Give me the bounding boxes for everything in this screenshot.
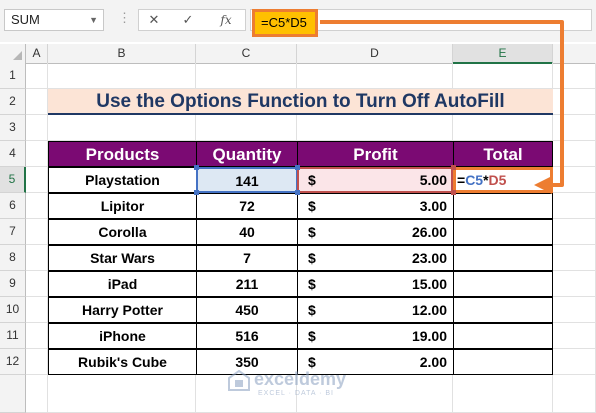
exceldemy-logo-icon bbox=[228, 370, 250, 391]
arrow-icon bbox=[320, 20, 564, 194]
watermark-name: exceldemy bbox=[254, 369, 347, 389]
watermark-tagline: EXCEL · DATA · BI bbox=[258, 390, 334, 397]
watermark-logo: exceldemy EXCEL · DATA · BI bbox=[228, 366, 378, 406]
